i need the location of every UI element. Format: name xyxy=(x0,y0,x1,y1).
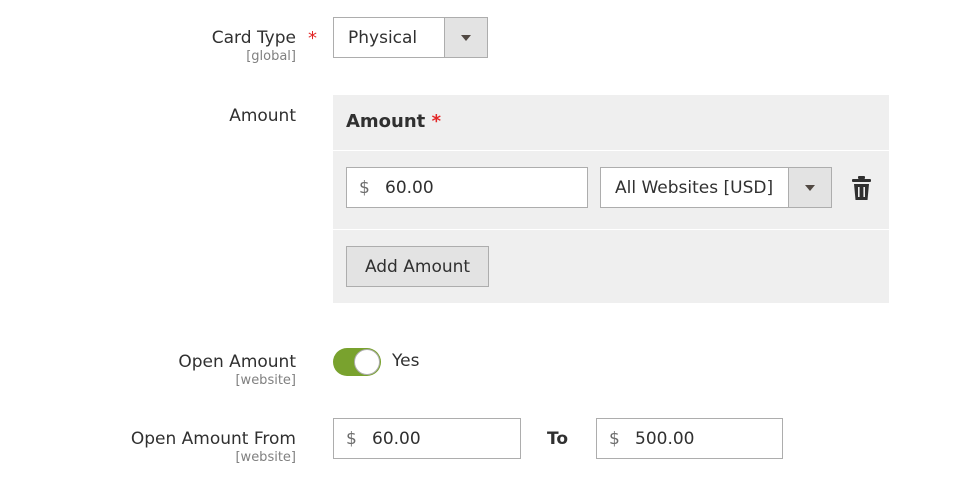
open-amount-toggle-label: Yes xyxy=(392,351,420,371)
amount-required-mark: * xyxy=(431,111,441,132)
card-type-required-mark: * xyxy=(308,28,317,49)
card-type-scope: [global] xyxy=(246,49,296,64)
card-type-label-text: Card Type xyxy=(211,28,296,48)
open-amount-from-value: 60.00 xyxy=(372,428,421,449)
open-amount-label: Open Amount xyxy=(178,352,296,372)
amount-website-dropdown-toggle[interactable] xyxy=(788,168,831,207)
amount-panel-divider xyxy=(333,229,889,230)
open-amount-scope: [website] xyxy=(235,373,296,388)
amount-panel-title: Amount * xyxy=(346,111,441,132)
amount-value: 60.00 xyxy=(385,177,434,198)
toggle-knob xyxy=(354,349,380,375)
amount-panel-divider xyxy=(333,150,889,151)
card-type-selected-value: Physical xyxy=(348,27,418,48)
card-type-dropdown-toggle[interactable] xyxy=(444,18,487,57)
open-amount-to-input[interactable]: $ 500.00 xyxy=(596,418,783,459)
add-amount-button[interactable]: Add Amount xyxy=(346,246,489,287)
amount-website-select[interactable]: All Websites [USD] xyxy=(600,167,832,208)
card-type-label: Card Type xyxy=(212,28,296,48)
open-amount-from-scope: [website] xyxy=(235,450,296,465)
open-amount-from-label: Open Amount From xyxy=(130,429,296,449)
amount-panel: Amount * $ 60.00 All Websites [USD] Add … xyxy=(333,95,889,303)
amount-label: Amount xyxy=(229,106,296,126)
amount-website-selected: All Websites [USD] xyxy=(615,177,774,198)
card-type-select[interactable]: Physical xyxy=(333,17,488,58)
currency-symbol: $ xyxy=(359,177,370,198)
amount-value-input[interactable]: $ 60.00 xyxy=(346,167,588,208)
open-amount-toggle[interactable] xyxy=(333,348,381,376)
amount-panel-title-text: Amount xyxy=(346,111,426,132)
currency-symbol: $ xyxy=(346,428,357,449)
open-amount-from-input[interactable]: $ 60.00 xyxy=(333,418,521,459)
trash-icon[interactable] xyxy=(851,175,872,201)
open-amount-to-label: To xyxy=(547,429,569,449)
chevron-down-icon xyxy=(461,34,471,41)
chevron-down-icon xyxy=(805,184,815,191)
currency-symbol: $ xyxy=(609,428,620,449)
open-amount-to-value: 500.00 xyxy=(635,428,695,449)
